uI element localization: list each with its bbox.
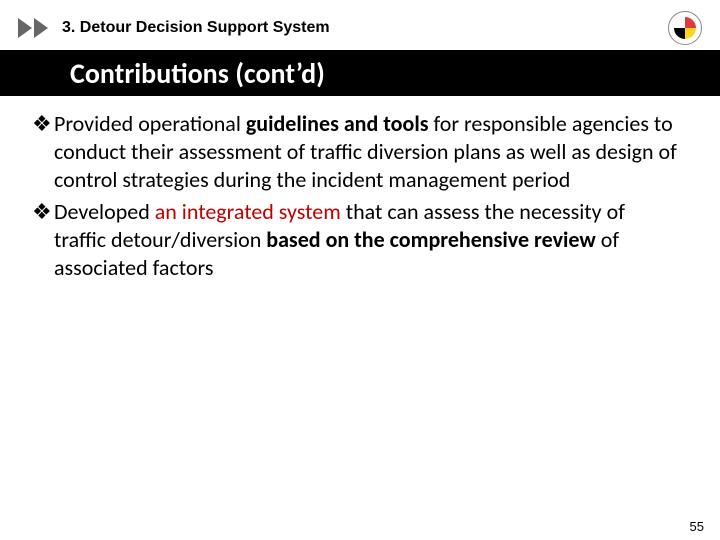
page-number: 55	[690, 519, 704, 534]
top-row: 3. Detour Decision Support System	[18, 12, 702, 44]
triangle-icon	[18, 18, 32, 38]
title-bar: Contributions (cont’d)	[0, 50, 720, 96]
slide-title: Contributions (cont’d)	[70, 56, 325, 91]
text-segment: guidelines and tools	[246, 110, 429, 137]
bullet-item: ❖ Developed an integrated system that ca…	[32, 198, 680, 282]
section-label: 3. Detour Decision Support System	[62, 19, 330, 37]
text-segment: Provided operational	[54, 110, 246, 137]
body: ❖ Provided operational guidelines and to…	[32, 110, 680, 286]
text-segment: Developed	[54, 198, 155, 225]
diamond-bullet-icon: ❖	[32, 110, 54, 194]
university-seal-icon	[668, 11, 702, 45]
diamond-bullet-icon: ❖	[32, 198, 54, 282]
bullet-text: Provided operational guidelines and tool…	[54, 110, 680, 194]
text-segment: an integrated system	[155, 198, 341, 225]
bullet-item: ❖ Provided operational guidelines and to…	[32, 110, 680, 194]
text-segment: based on the comprehensive review	[266, 226, 596, 253]
seal-quadrants-icon	[674, 17, 696, 39]
slide: 3. Detour Decision Support System Contri…	[0, 0, 720, 540]
arrows-decoration	[18, 18, 48, 38]
triangle-icon	[34, 18, 48, 38]
bullet-text: Developed an integrated system that can …	[54, 198, 680, 282]
